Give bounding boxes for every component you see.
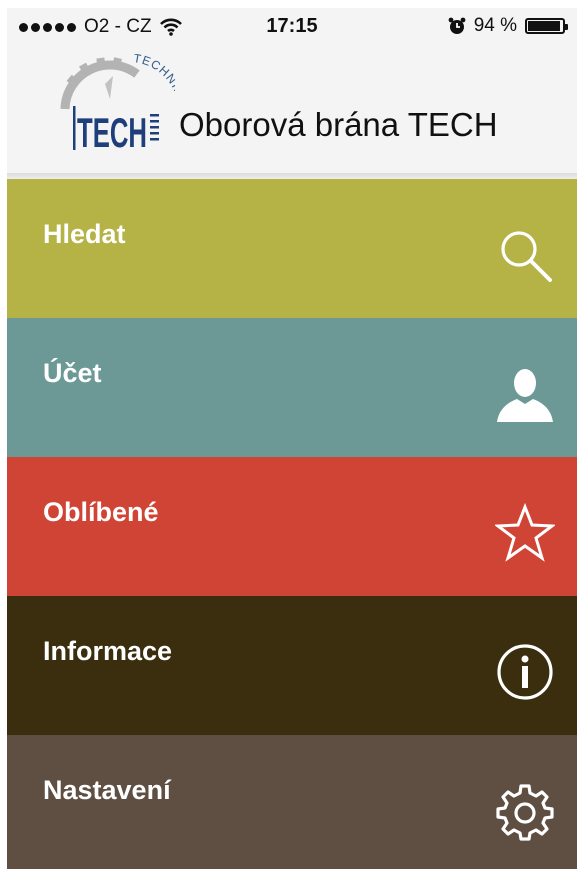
- app-screen: O2 - CZ 17:15 94 % TECH TECH Oborová brá…: [7, 8, 577, 869]
- info-icon: [497, 644, 553, 700]
- battery-icon: [525, 18, 568, 34]
- tech-logo: TECHNIKA TECH: [60, 54, 175, 154]
- battery-percent: 94 %: [473, 15, 517, 36]
- menu-item-label: Oblíbené: [43, 497, 159, 527]
- star-icon: [495, 503, 555, 562]
- app-header: TECHNIKA TECH Oborová brána TECH: [7, 46, 577, 179]
- logo-text: TECH: [77, 109, 147, 154]
- menu-item-search[interactable]: Hledat: [7, 179, 577, 318]
- gear-icon: [496, 784, 554, 841]
- menu-item-label: Hledat: [43, 219, 126, 249]
- menu-item-info[interactable]: Informace: [7, 596, 577, 735]
- status-right: 94 %: [448, 15, 568, 37]
- menu-item-label: Účet: [43, 358, 102, 388]
- menu-item-label: Nastavení: [43, 775, 171, 805]
- battery-fill: [528, 21, 560, 31]
- menu-item-favorites[interactable]: Oblíbené: [7, 457, 577, 596]
- alarm-clock-icon: [448, 17, 466, 34]
- status-bar: O2 - CZ 17:15 94 %: [7, 8, 577, 46]
- main-menu: Hledat Účet Oblíbené Informace Nastavení: [7, 179, 577, 869]
- app-title: Oborová brána TECH: [179, 106, 498, 143]
- user-icon: [497, 369, 553, 422]
- search-icon: [501, 231, 552, 282]
- menu-item-settings[interactable]: Nastavení: [7, 735, 577, 869]
- menu-item-label: Informace: [43, 636, 173, 666]
- menu-item-account[interactable]: Účet: [7, 318, 577, 457]
- logo-arc-text: TECHNIKA: [132, 54, 175, 107]
- svg-text:TECHNIKA: TECHNIKA: [132, 54, 175, 107]
